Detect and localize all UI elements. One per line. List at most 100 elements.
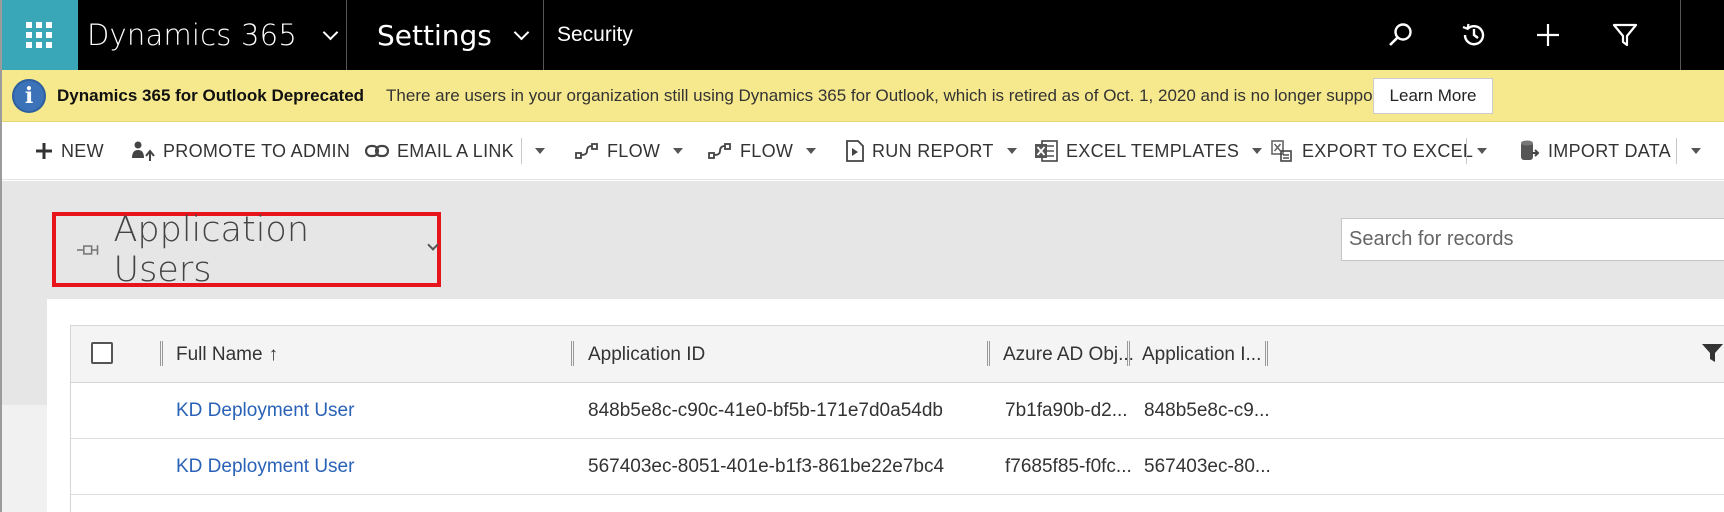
app-launcher-button[interactable] (0, 0, 78, 70)
full-name-link[interactable]: KD Deployment User (176, 439, 354, 494)
plus-icon (36, 143, 52, 159)
caret-down-icon (535, 148, 545, 154)
report-icon (846, 140, 864, 162)
azure-ad-object-cell: f7685f85-f0fc... (1005, 455, 1132, 477)
filter-icon (1612, 23, 1638, 47)
search-button[interactable] (1383, 18, 1417, 52)
flow-label: FLOW (607, 140, 661, 161)
column-header-application-id[interactable]: Application ID (588, 326, 705, 383)
column-header-label: Azure AD Obj... (1003, 343, 1134, 365)
import-data-button[interactable]: IMPORT DATA (1518, 122, 1671, 180)
full-name-link[interactable]: KD Deployment User (176, 383, 354, 438)
application-id-cell: 567403ec-8051-401e-b1f3-861be22e7bc4 (588, 455, 945, 477)
column-resizer[interactable] (987, 341, 990, 366)
application-i-cell: 567403ec-80... (1144, 455, 1271, 477)
notification-bar: i Dynamics 365 for Outlook Deprecated Th… (0, 70, 1724, 122)
info-icon: i (12, 78, 46, 113)
view-title: Application Users (113, 209, 310, 290)
new-button[interactable]: NEW (35, 122, 104, 180)
caret-down-icon (1477, 148, 1487, 154)
user-promote-icon (132, 141, 155, 161)
promote-to-admin-button[interactable]: PROMOTE TO ADMIN (131, 122, 350, 180)
column-resizer[interactable] (1127, 341, 1130, 366)
column-header-label: Application I... (1142, 343, 1262, 365)
table-row[interactable]: KD Deployment User 848b5e8c-c90c-41e0-bf… (71, 383, 1724, 439)
area-title: Settings (377, 18, 492, 52)
left-pane (0, 405, 47, 512)
caret-down-icon (1006, 148, 1017, 154)
records-grid: Full Name ↑ Application ID Azure AD Obj.… (70, 325, 1724, 512)
learn-more-button[interactable]: Learn More (1373, 78, 1493, 114)
promote-label: PROMOTE TO ADMIN (163, 140, 351, 161)
area-switcher[interactable]: Settings (377, 0, 530, 70)
excel-icon (1035, 140, 1058, 162)
waffle-icon (26, 22, 52, 48)
chevron-down-icon (322, 24, 339, 40)
import-data-label: IMPORT DATA (1548, 140, 1671, 161)
column-resizer[interactable] (571, 341, 574, 366)
export-excel-label: EXPORT TO EXCEL (1302, 140, 1474, 161)
caret-down-icon (1691, 148, 1701, 154)
link-icon (365, 144, 389, 158)
app-switcher[interactable]: Dynamics 365 (87, 0, 339, 70)
column-header-azure-ad-object[interactable]: Azure AD Obj... (1003, 326, 1134, 383)
command-bar: NEW PROMOTE TO ADMIN EMAIL A LINK FLOW F… (0, 122, 1724, 180)
grid-filter-button[interactable] (1701, 343, 1724, 368)
export-excel-icon (1271, 140, 1292, 162)
divider (521, 138, 522, 164)
import-data-dropdown[interactable] (1690, 122, 1702, 180)
import-data-icon (1521, 140, 1540, 160)
notification-title: Dynamics 365 for Outlook Deprecated (57, 85, 365, 105)
column-resizer[interactable] (160, 341, 163, 366)
divider (1466, 138, 1467, 164)
view-selector[interactable]: Application Users (52, 209, 441, 290)
advanced-find-button[interactable] (1608, 18, 1642, 52)
caret-down-icon (806, 148, 817, 154)
excel-templates-button[interactable]: EXCEL TEMPLATES (1034, 122, 1263, 180)
azure-ad-object-cell: 7b1fa90b-d2... (1005, 399, 1128, 421)
application-i-cell: 848b5e8c-c9... (1144, 399, 1270, 421)
grid-header: Full Name ↑ Application ID Azure AD Obj.… (71, 326, 1724, 383)
column-resizer[interactable] (1265, 341, 1268, 366)
run-report-label: RUN REPORT (872, 140, 994, 161)
sort-ascending-icon: ↑ (268, 343, 279, 365)
chevron-down-icon (427, 238, 439, 251)
excel-templates-label: EXCEL TEMPLATES (1066, 140, 1240, 161)
table-row[interactable]: KD Deployment User 567403ec-8051-401e-b1… (71, 439, 1724, 495)
recent-button[interactable] (1457, 18, 1491, 52)
quick-create-button[interactable] (1531, 18, 1565, 52)
divider (1676, 138, 1677, 164)
caret-down-icon (673, 148, 684, 154)
column-header-full-name[interactable]: Full Name ↑ (176, 326, 278, 383)
plus-icon (1537, 24, 1559, 46)
export-to-excel-button[interactable]: EXPORT TO EXCEL (1270, 122, 1473, 180)
new-label: NEW (61, 140, 104, 161)
flow-label: FLOW (740, 140, 794, 161)
column-header-label: Application ID (588, 343, 706, 365)
application-id-cell: 848b5e8c-c90c-41e0-bf5b-171e7d0a54db (588, 399, 943, 421)
flow-menu-2[interactable]: FLOW (708, 122, 817, 180)
email-link-dropdown[interactable] (534, 122, 546, 180)
flow-menu-1[interactable]: FLOW (575, 122, 684, 180)
chevron-down-icon (513, 24, 530, 40)
breadcrumb[interactable]: Security (557, 0, 633, 70)
search-input[interactable] (1341, 218, 1724, 261)
column-header-label: Full Name (176, 343, 263, 365)
flow-icon (708, 143, 731, 159)
email-label: EMAIL A LINK (397, 140, 514, 161)
column-header-application-i[interactable]: Application I... (1142, 326, 1261, 383)
top-nav-bar: Dynamics 365 Settings Security (0, 0, 1724, 70)
run-report-button[interactable]: RUN REPORT (846, 122, 1018, 180)
email-link-button[interactable]: EMAIL A LINK (365, 122, 514, 180)
filter-icon (1702, 344, 1723, 362)
flow-icon (575, 143, 598, 159)
divider (543, 0, 544, 70)
select-all-checkbox[interactable] (91, 342, 113, 364)
search-icon (1389, 23, 1412, 46)
export-excel-dropdown[interactable] (1476, 122, 1488, 180)
history-icon (1462, 23, 1485, 46)
window-border (0, 0, 2, 512)
divider (1680, 0, 1681, 70)
pin-icon (76, 244, 99, 255)
app-title: Dynamics 365 (87, 18, 297, 52)
